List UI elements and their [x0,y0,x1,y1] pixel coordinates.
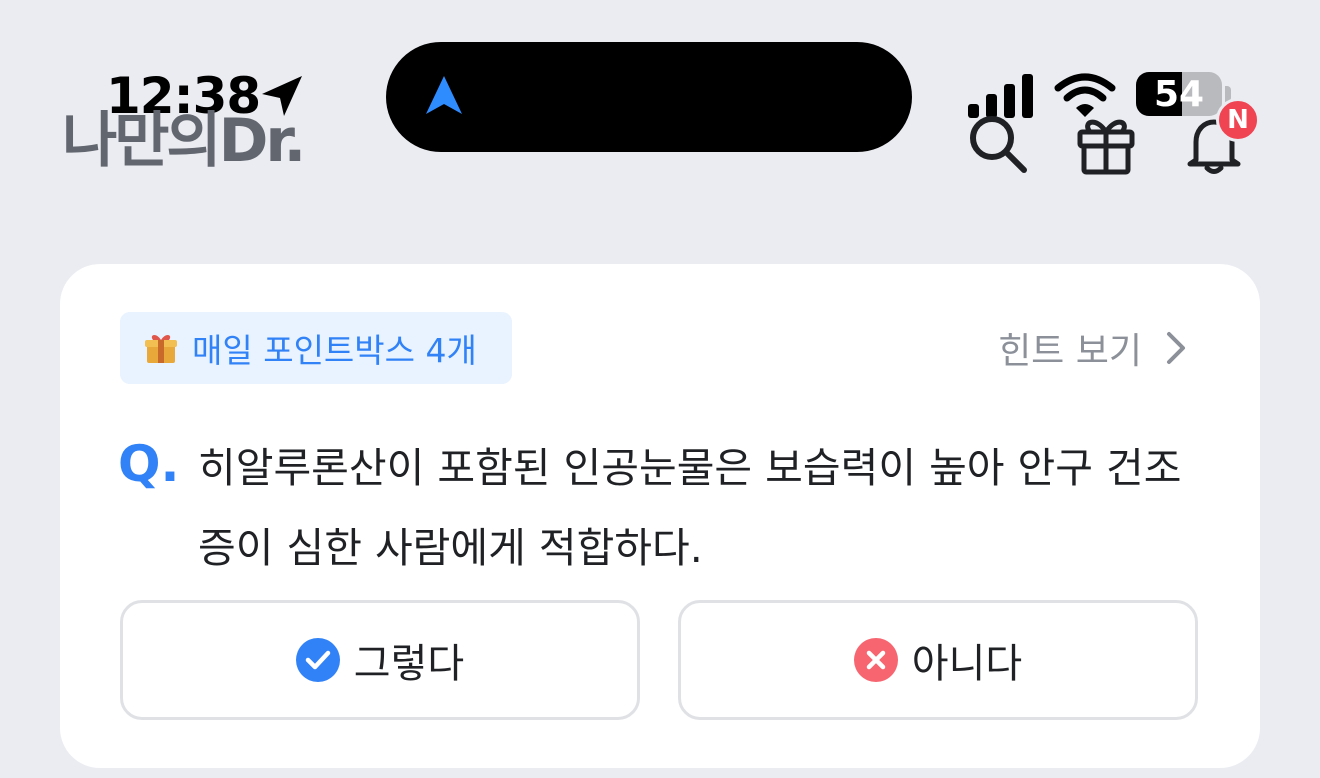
question-marker: Q. [118,435,180,493]
daily-point-box-chip: 매일 포인트박스 4개 [120,312,512,384]
navigation-arrow-icon [426,76,462,114]
hint-label: 힌트 보기 [998,331,1142,372]
answer-yes-label: 그렇다 [353,641,465,687]
quiz-card: 매일 포인트박스 4개 힌트 보기 Q. 히알루론산이 포함된 인공눈물은 보습… [60,264,1260,768]
x-circle-icon [853,638,898,682]
notification-badge: N [1216,98,1260,142]
app-screen: 12:38 54 나만의Dr. N 매일 포인트박스 4개 힌트 보기 Q. 히… [0,0,1320,778]
answer-no-button[interactable]: 아니다 [678,600,1198,720]
gift-emoji-icon [145,335,177,363]
search-icon[interactable] [966,112,1030,176]
battery-level-text: 54 [1153,73,1205,115]
question-text: 히알루론산이 포함된 인공눈물은 보습력이 높아 안구 건조증이 심한 사람에게… [198,444,1182,572]
check-circle-icon [295,638,340,682]
app-logo[interactable]: 나만의Dr. [62,108,306,174]
chevron-right-icon [1167,332,1185,364]
answer-no-label: 아니다 [911,641,1023,687]
hint-link[interactable]: 힌트 보기 [998,322,1188,374]
answer-yes-button[interactable]: 그렇다 [120,600,640,720]
gift-icon[interactable] [1074,112,1138,176]
battery-indicator: 54 [1136,72,1222,116]
point-box-label: 매일 포인트박스 4개 [192,331,477,370]
